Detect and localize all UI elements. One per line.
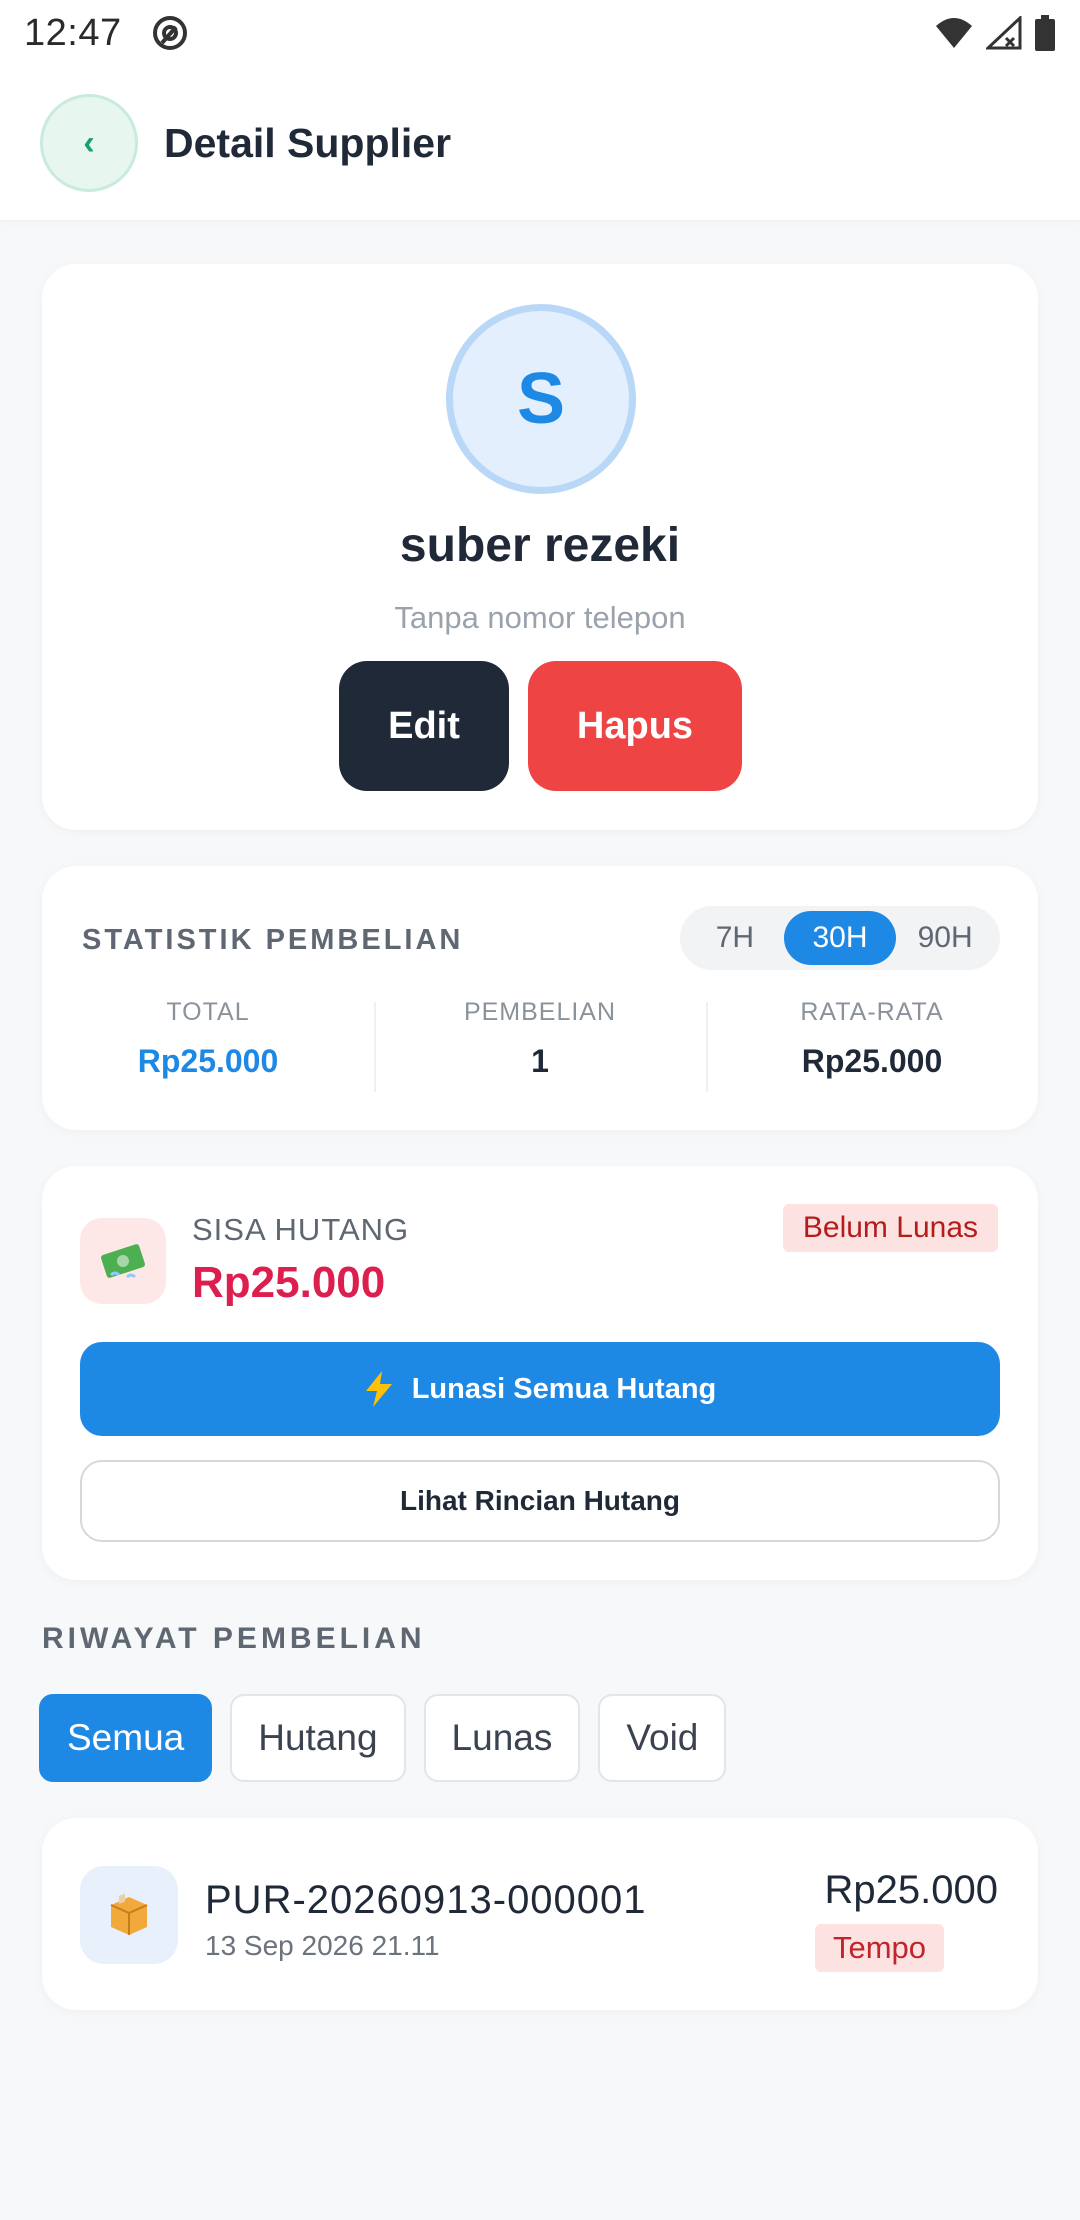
stat-count: PEMBELIAN 1 bbox=[374, 998, 706, 1094]
stat-total-label: TOTAL bbox=[166, 998, 250, 1026]
filter-void[interactable]: Void bbox=[598, 1694, 727, 1782]
debt-value: Rp25.000 bbox=[192, 1258, 386, 1307]
view-debt-details-button[interactable]: Lihat Rincian Hutang bbox=[80, 1460, 1000, 1542]
purchase-stats-card: STATISTIK PEMBELIAN 7H 30H 90H TOTAL Rp2… bbox=[42, 866, 1038, 1130]
at-sign-icon bbox=[152, 16, 187, 50]
purchase-amount: Rp25.000 bbox=[824, 1868, 998, 1912]
supplier-name: suber rezeki bbox=[399, 519, 681, 572]
debt-card: SISA HUTANG Rp25.000 Belum Lunas Lunasi … bbox=[42, 1166, 1038, 1580]
stat-total-value: Rp25.000 bbox=[137, 1043, 279, 1079]
supplier-phone: Tanpa nomor telepon bbox=[394, 600, 686, 635]
stats-title: STATISTIK PEMBELIAN bbox=[82, 924, 464, 956]
status-time: 12:47 bbox=[24, 11, 122, 54]
pay-all-debt-label: Lunasi Semua Hutang bbox=[411, 1372, 717, 1405]
wifi-icon bbox=[936, 18, 972, 48]
chevron-left-icon: ‹ bbox=[83, 123, 95, 162]
status-icons bbox=[934, 15, 1056, 51]
purchase-date: 13 Sep 2026 21.11 bbox=[205, 1930, 440, 1961]
status-bar: 12:47 bbox=[0, 0, 1080, 66]
edit-button[interactable]: Edit bbox=[339, 661, 509, 791]
debt-status-badge: Belum Lunas bbox=[782, 1204, 998, 1252]
stat-count-label: PEMBELIAN bbox=[463, 998, 617, 1026]
pay-all-debt-button[interactable]: Lunasi Semua Hutang bbox=[80, 1342, 1000, 1436]
money-icon bbox=[80, 1218, 166, 1304]
stat-average: RATA-RATA Rp25.000 bbox=[706, 998, 1038, 1094]
period-30h[interactable]: 30H bbox=[783, 911, 897, 965]
stats-values: TOTAL Rp25.000 PEMBELIAN 1 RATA-RATA Rp2… bbox=[42, 998, 1038, 1094]
purchase-list-item[interactable]: PUR-20260913-000001 13 Sep 2026 21.11 Rp… bbox=[42, 1818, 1038, 2010]
back-button[interactable]: ‹ bbox=[40, 94, 138, 192]
stat-average-value: Rp25.000 bbox=[801, 1043, 943, 1079]
lightning-icon bbox=[365, 1371, 392, 1407]
app-bar: ‹ Detail Supplier bbox=[0, 66, 1080, 220]
purchase-status-badge: Tempo bbox=[814, 1924, 944, 1972]
stat-count-value: 1 bbox=[531, 1043, 549, 1079]
period-selector: 7H 30H 90H bbox=[680, 906, 1000, 970]
filter-semua[interactable]: Semua bbox=[39, 1694, 213, 1782]
page-title: Detail Supplier bbox=[164, 119, 452, 166]
signal-icon bbox=[986, 16, 1022, 50]
stat-total: TOTAL Rp25.000 bbox=[42, 998, 374, 1094]
supplier-profile-card: S suber rezeki Tanpa nomor telepon Edit … bbox=[42, 264, 1038, 830]
stat-average-label: RATA-RATA bbox=[800, 998, 944, 1026]
period-7h[interactable]: 7H bbox=[686, 911, 784, 965]
history-title: RIWAYAT PEMBELIAN bbox=[42, 1622, 426, 1655]
period-90h[interactable]: 90H bbox=[896, 911, 994, 965]
avatar: S bbox=[446, 304, 636, 494]
delete-button[interactable]: Hapus bbox=[528, 661, 742, 791]
filter-hutang[interactable]: Hutang bbox=[230, 1694, 406, 1782]
history-filters: Semua Hutang Lunas Void bbox=[39, 1694, 727, 1782]
filter-lunas[interactable]: Lunas bbox=[423, 1694, 581, 1782]
purchase-code: PUR-20260913-000001 bbox=[205, 1878, 647, 1922]
battery-icon bbox=[1035, 15, 1055, 51]
debt-label: SISA HUTANG bbox=[192, 1212, 410, 1247]
package-icon bbox=[80, 1866, 178, 1964]
